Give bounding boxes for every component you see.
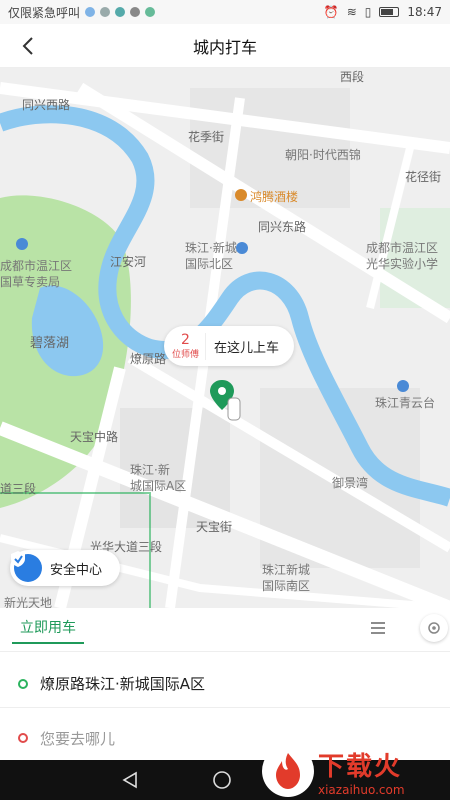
map-label: 花季街 bbox=[188, 130, 225, 144]
map-label: 同兴西路 bbox=[22, 98, 71, 112]
status-text: 仅限紧急呼叫 bbox=[8, 5, 81, 20]
map-label: 花径街 bbox=[405, 170, 442, 184]
tab-now[interactable]: 立即用车 bbox=[12, 612, 84, 644]
map-label: 鸿腾酒楼 bbox=[250, 190, 299, 204]
pickup-callout[interactable]: 2 位师傅 在这儿上车 bbox=[164, 326, 294, 366]
app-icon bbox=[130, 7, 141, 17]
nav-back-icon[interactable] bbox=[120, 770, 140, 790]
map-label: 成都市温江区 国草专卖局 bbox=[0, 259, 73, 289]
map-label: 珠江·新城 国际北区 bbox=[185, 241, 237, 271]
clock-time: 18:47 bbox=[407, 5, 442, 19]
building-marker-icon bbox=[236, 242, 248, 254]
origin-text: 燎原路珠江·新城国际A区 bbox=[40, 675, 206, 693]
government-marker-icon bbox=[16, 238, 28, 250]
chevron-left-icon bbox=[22, 37, 33, 55]
map-label: 珠江·新 城国际A区 bbox=[130, 463, 187, 493]
destination-placeholder: 您要去哪儿 bbox=[40, 729, 116, 748]
origin-field[interactable]: 燎原路珠江·新城国际A区 bbox=[0, 660, 450, 708]
app-icon bbox=[115, 7, 126, 17]
title-bar: 城内打车 bbox=[0, 24, 450, 68]
map-label: 天宝中路 bbox=[70, 430, 119, 444]
locate-button[interactable] bbox=[420, 614, 448, 642]
locate-icon bbox=[428, 622, 440, 634]
map-label: 珠江新城 国际南区 bbox=[262, 563, 311, 593]
list-icon[interactable] bbox=[368, 618, 388, 638]
map-label: 碧落湖 bbox=[30, 336, 70, 351]
origin-dot-icon bbox=[18, 678, 28, 689]
destination-dot-icon bbox=[18, 733, 28, 743]
safety-center-button[interactable]: 安全中心 bbox=[10, 550, 120, 586]
watermark-brand: 下载火 bbox=[318, 751, 403, 782]
pin-center bbox=[218, 387, 226, 395]
driver-count: 2 位师傅 bbox=[172, 331, 207, 360]
car-icon bbox=[227, 397, 241, 421]
map-label: 成都市温江区 光华实验小学 bbox=[366, 241, 439, 271]
nav-home-icon[interactable] bbox=[212, 770, 232, 790]
app-icon bbox=[100, 7, 111, 17]
flame-logo-icon bbox=[262, 745, 314, 797]
driver-count-unit: 位师傅 bbox=[172, 349, 200, 360]
map-label: 珠江青云台 bbox=[375, 396, 436, 410]
map-view[interactable]: 同兴西路 西段 花季街 朝阳·时代西锦 花径街 鸿腾酒楼 珠江·新城 国际北区 … bbox=[0, 68, 450, 608]
map-label: 朝阳·时代西锦 bbox=[285, 148, 361, 162]
map-label: 道三段 bbox=[0, 482, 37, 496]
back-button[interactable] bbox=[14, 32, 42, 60]
safety-center-label: 安全中心 bbox=[50, 562, 103, 578]
building-marker-icon bbox=[397, 380, 409, 392]
battery-icon bbox=[379, 7, 400, 17]
status-bar: 仅限紧急呼叫 ⏰ ≋ ▯ 18:47 bbox=[0, 0, 450, 24]
sim-icon: ▯ bbox=[364, 5, 372, 19]
pickup-here-label: 在这儿上车 bbox=[214, 340, 280, 356]
alarm-icon: ⏰ bbox=[323, 5, 339, 19]
map-label: 江安河 bbox=[110, 255, 147, 269]
map-label: 燎原路 bbox=[130, 352, 167, 366]
wifi-icon: ≋ bbox=[346, 5, 357, 19]
map-label: 新光天地 bbox=[4, 596, 53, 608]
driver-count-number: 2 bbox=[181, 331, 190, 348]
map-label: 天宝街 bbox=[196, 520, 233, 534]
mode-tab-bar: 立即用车 bbox=[0, 608, 450, 652]
page-title: 城内打车 bbox=[192, 37, 257, 57]
map-label: 御景湾 bbox=[332, 476, 369, 490]
map-label: 同兴东路 bbox=[258, 220, 307, 234]
shield-icon bbox=[11, 551, 42, 582]
app-icon bbox=[145, 7, 156, 17]
map-label: 西段 bbox=[340, 70, 365, 84]
watermark: 下载火 xiazaihuo.com bbox=[262, 742, 450, 800]
restaurant-marker-icon bbox=[235, 189, 247, 201]
watermark-domain: xiazaihuo.com bbox=[318, 782, 405, 797]
app-icon bbox=[85, 7, 96, 17]
